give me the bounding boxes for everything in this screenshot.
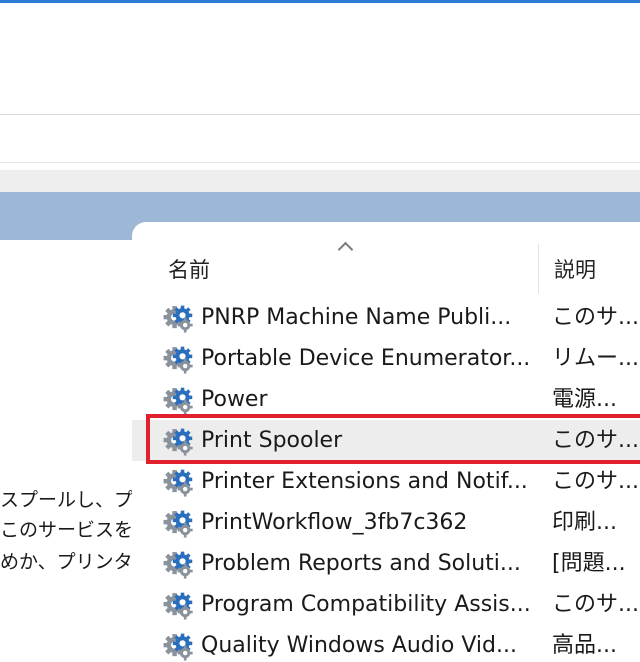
sort-ascending-icon bbox=[337, 241, 354, 258]
service-row[interactable]: PNRP Machine Name Publi... このサ... bbox=[132, 297, 640, 338]
service-name: Program Compatibility Assis... bbox=[201, 592, 531, 617]
service-description: 印刷... bbox=[552, 510, 617, 535]
service-description: このサ... bbox=[552, 305, 639, 330]
service-row-print-spooler[interactable]: Print Spooler このサ... bbox=[132, 420, 640, 461]
service-description: このサ... bbox=[552, 469, 639, 494]
service-name: Portable Device Enumerator... bbox=[201, 346, 531, 371]
column-divider[interactable] bbox=[538, 244, 539, 294]
gear-icon bbox=[163, 592, 193, 620]
service-name: Problem Reports and Soluti... bbox=[201, 551, 521, 576]
service-name: Print Spooler bbox=[201, 428, 343, 453]
column-header-name[interactable]: 名前 bbox=[168, 256, 210, 284]
column-header-description[interactable]: 説明 bbox=[554, 256, 596, 284]
toolbar-area bbox=[0, 3, 640, 115]
service-row[interactable]: Printer Extensions and Notif... このサ... bbox=[132, 461, 640, 502]
service-description: リムー... bbox=[552, 346, 639, 371]
service-description: このサ... bbox=[552, 428, 639, 453]
service-name: Quality Windows Audio Vid... bbox=[201, 633, 517, 658]
service-row[interactable]: Portable Device Enumerator... リムー... bbox=[132, 338, 640, 379]
service-description: 高品... bbox=[552, 633, 617, 658]
pane-separator bbox=[0, 162, 640, 163]
gear-icon bbox=[163, 469, 193, 497]
gear-icon bbox=[163, 551, 193, 579]
gear-icon bbox=[163, 346, 193, 374]
toolbar-separator bbox=[0, 114, 640, 115]
gear-icon bbox=[163, 305, 193, 333]
service-description-pane: スプールし、プリ このサービスを めか、プリンター bbox=[0, 240, 145, 640]
service-description: 電源... bbox=[552, 387, 617, 412]
service-row[interactable]: Power 電源... bbox=[132, 379, 640, 420]
service-description: このサ... bbox=[552, 592, 639, 617]
gear-icon bbox=[163, 633, 193, 661]
service-name: PrintWorkflow_3fb7c362 bbox=[201, 510, 468, 535]
gear-icon bbox=[163, 387, 193, 415]
description-line: スプールし、プリ bbox=[0, 489, 145, 511]
gear-icon bbox=[163, 510, 193, 538]
description-line: めか、プリンター bbox=[0, 551, 145, 573]
description-line: このサービスを bbox=[0, 519, 134, 541]
service-row[interactable]: Quality Windows Audio Vid... 高品... bbox=[132, 625, 640, 662]
service-row[interactable]: PrintWorkflow_3fb7c362 印刷... bbox=[132, 502, 640, 543]
service-name: PNRP Machine Name Publi... bbox=[201, 305, 512, 330]
gear-icon bbox=[163, 428, 193, 456]
pane-border bbox=[0, 170, 640, 192]
service-row[interactable]: Problem Reports and Soluti... [問題... bbox=[132, 543, 640, 584]
service-name: Printer Extensions and Notif... bbox=[201, 469, 528, 494]
services-list: 名前 説明 PNRP Machine Name Publi... このサ... … bbox=[132, 222, 640, 662]
service-description: [問題... bbox=[552, 551, 626, 576]
service-name: Power bbox=[201, 387, 268, 412]
service-row[interactable]: Program Compatibility Assis... このサ... bbox=[132, 584, 640, 625]
